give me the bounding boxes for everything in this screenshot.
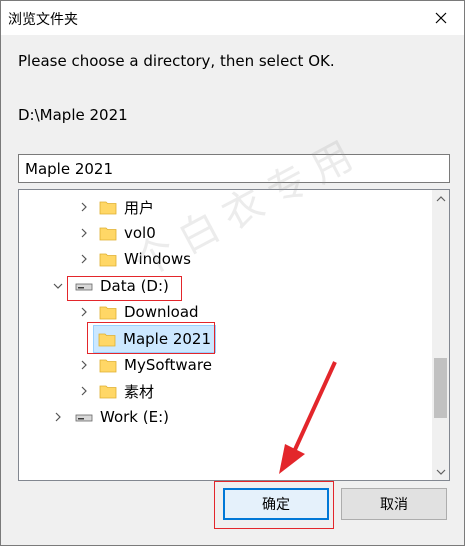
annotation-arrow-icon: [279, 361, 337, 474]
drive-icon: [75, 283, 93, 291]
chevron-right-icon[interactable]: [77, 252, 91, 266]
tree-item-label: Windows: [124, 250, 191, 268]
browse-folder-dialog: 浏览文件夹 Please choose a directory, then se…: [0, 0, 465, 546]
cancel-button[interactable]: 取消: [341, 488, 447, 520]
tree-item-maple-2021[interactable]: Maple 2021: [93, 325, 216, 353]
tree-item-label: vol0: [124, 224, 156, 242]
tree-item-windows[interactable]: Windows: [77, 247, 191, 271]
dialog-body: Please choose a directory, then select O…: [1, 35, 464, 545]
chevron-down-icon[interactable]: [51, 279, 65, 293]
tree-item-label: Download: [124, 303, 199, 321]
vertical-scrollbar[interactable]: [432, 190, 449, 480]
close-button[interactable]: [418, 1, 464, 35]
chevron-down-icon: [436, 469, 445, 475]
folder-icon: [99, 359, 117, 373]
chevron-right-icon[interactable]: [77, 226, 91, 240]
drive-icon: [75, 414, 93, 422]
tree-item-label: 素材: [124, 382, 155, 401]
window-title: 浏览文件夹: [8, 12, 78, 28]
title-bar: 浏览文件夹: [1, 1, 464, 35]
folder-icon: [99, 306, 117, 320]
tree-item-label: Maple 2021: [123, 330, 211, 348]
chevron-right-icon[interactable]: [77, 305, 91, 319]
folder-icon: [99, 253, 117, 267]
tree-item-download[interactable]: Download: [77, 300, 199, 324]
tree-item-users[interactable]: 用户: [77, 195, 154, 219]
chevron-up-icon: [436, 195, 445, 201]
tree-item-data-drive[interactable]: Data (D:): [51, 274, 169, 298]
tree-item-mysoftware[interactable]: MySoftware: [77, 353, 212, 377]
chevron-right-icon[interactable]: [77, 200, 91, 214]
folder-icon: [99, 385, 117, 399]
chevron-right-icon[interactable]: [77, 358, 91, 372]
scroll-down-button[interactable]: [432, 463, 449, 480]
tree-item-label: Work (E:): [100, 408, 169, 426]
scroll-thumb[interactable]: [434, 358, 447, 418]
tree-item-label: 用户: [124, 198, 155, 217]
tree-item-work-drive[interactable]: Work (E:): [51, 405, 169, 429]
tree-item-materials[interactable]: 素材: [77, 379, 154, 403]
folder-icon: [98, 333, 116, 347]
close-icon: [435, 12, 447, 24]
tree-item-vol0[interactable]: vol0: [77, 221, 156, 245]
current-path: D:\Maple 2021: [18, 106, 128, 124]
tree-item-label: MySoftware: [124, 356, 212, 374]
chevron-right-icon[interactable]: [51, 410, 65, 424]
folder-tree[interactable]: 用户 vol0 Windows Data (D:) Download Maple…: [18, 189, 450, 481]
scroll-up-button[interactable]: [432, 190, 449, 207]
chevron-right-icon[interactable]: [77, 384, 91, 398]
folder-name-input[interactable]: [18, 154, 450, 183]
folder-icon: [99, 201, 117, 215]
prompt-text: Please choose a directory, then select O…: [18, 52, 335, 70]
tree-item-label: Data (D:): [100, 277, 169, 295]
folder-icon: [99, 227, 117, 241]
ok-button[interactable]: 确定: [223, 488, 329, 520]
